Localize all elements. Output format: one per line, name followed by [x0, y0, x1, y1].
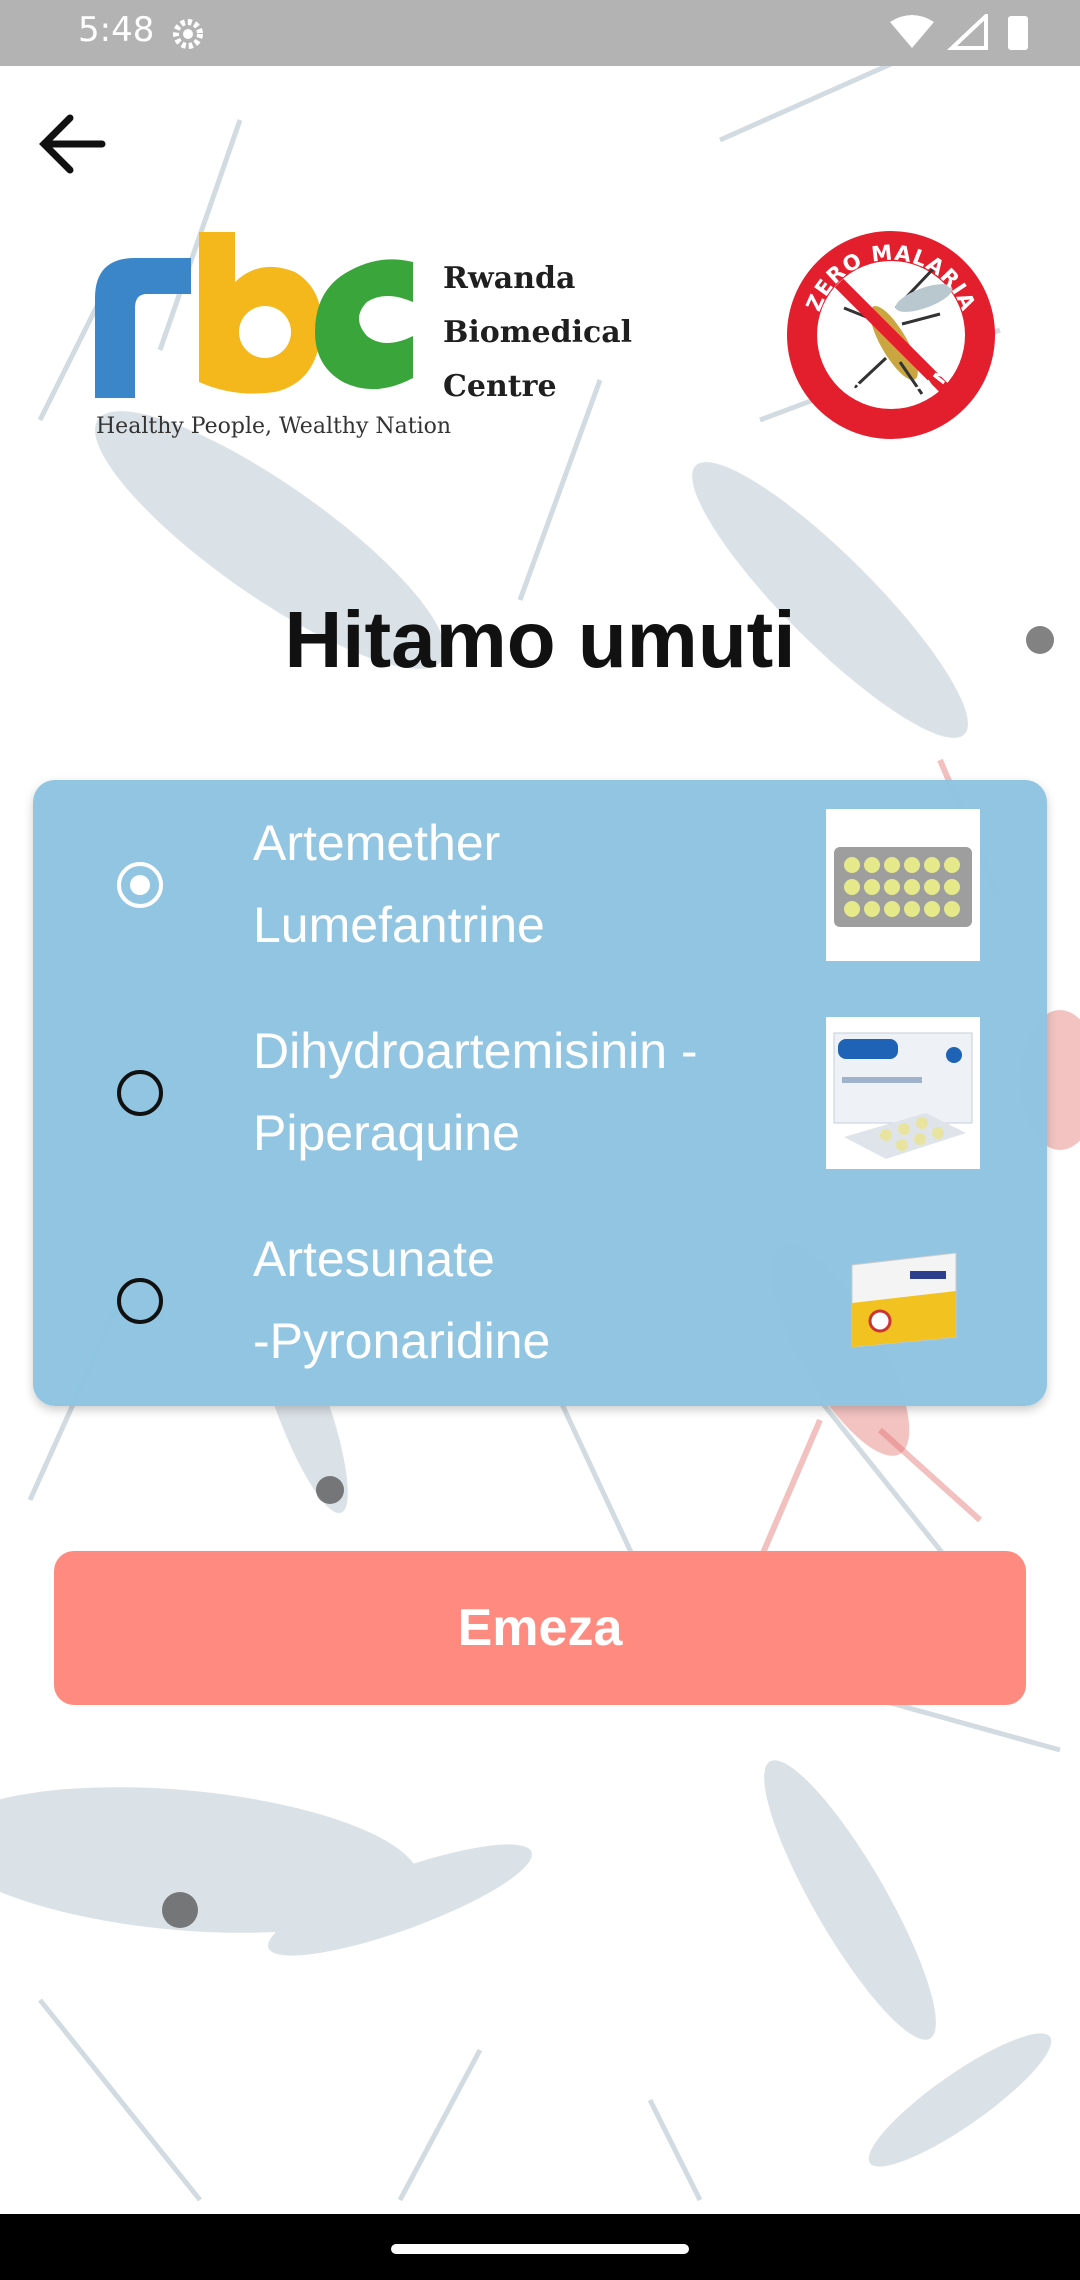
settings-gear-icon	[173, 19, 203, 49]
radio-button-selected[interactable]	[117, 862, 163, 908]
wifi-icon	[890, 15, 934, 48]
rbc-name: Rwanda Biomedical Centre	[443, 252, 632, 414]
cell-signal-icon	[946, 11, 988, 50]
home-gesture-handle[interactable]	[391, 2244, 689, 2254]
blister-pack-image	[826, 809, 980, 961]
option-dihydroartemisinin-piperaquine[interactable]: Dihydroartemisinin - Piperaquine	[33, 988, 1047, 1196]
battery-icon	[1008, 16, 1028, 50]
rbc-word-2: Biomedical	[443, 315, 633, 350]
rbc-word-3: Centre	[443, 369, 557, 404]
radio-button[interactable]	[117, 1278, 163, 1324]
confirm-button[interactable]: Emeza	[54, 1551, 1026, 1705]
option-artemether-lumefantrine[interactable]: Artemether Lumefantrine	[33, 780, 1047, 988]
dysure-box-image	[826, 1017, 980, 1169]
zero-malaria-badge: ZERO MALARIA STARTS WITH ME	[784, 228, 998, 442]
medicine-options-card: Artemether Lumefantrine Dihydroartemisin…	[33, 780, 1047, 1406]
option-artesunate-pyronaridine[interactable]: Artesunate -Pyronaridine	[33, 1196, 1047, 1404]
rbc-tagline: Healthy People, Wealthy Nation	[96, 414, 452, 439]
status-icons	[890, 11, 1040, 58]
radio-button[interactable]	[117, 1070, 163, 1116]
arrow-left-icon	[39, 114, 106, 174]
back-button[interactable]	[30, 100, 120, 190]
arzun-box-image	[826, 1225, 980, 1377]
status-time: 5:48	[78, 10, 155, 50]
rbc-word-1: Rwanda	[443, 261, 576, 296]
option-label: Dihydroartemisinin - Piperaquine	[253, 1023, 698, 1161]
page-title: Hitamo umuti	[284, 595, 796, 684]
option-label: Artesunate -Pyronaridine	[253, 1231, 551, 1369]
status-bar: 5:48	[0, 0, 1080, 66]
option-label: Artemether Lumefantrine	[253, 815, 545, 953]
